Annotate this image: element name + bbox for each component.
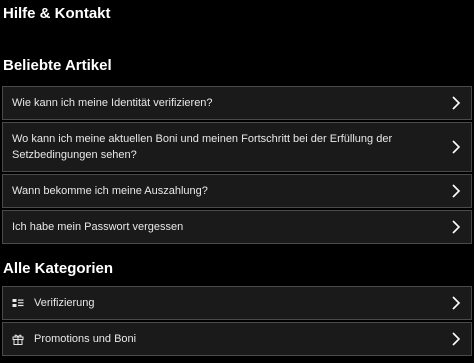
article-payout-timing[interactable]: Wann bekomme ich meine Auszahlung? (2, 174, 472, 208)
article-label: Ich habe mein Passwort vergessen (12, 221, 184, 233)
all-categories-title: Alle Kategorien (3, 260, 114, 277)
category-verification[interactable]: Verifizierung (2, 286, 472, 320)
chevron-right-icon (451, 140, 461, 154)
category-label: Verifizierung (34, 297, 95, 309)
chevron-right-icon (451, 96, 461, 110)
category-promotions-bonuses[interactable]: Promotions und Boni (2, 322, 472, 356)
article-bonus-progress[interactable]: Wo kann ich meine aktuellen Boni und mei… (2, 122, 472, 172)
chevron-right-icon (451, 296, 461, 310)
article-label: Wo kann ich meine aktuellen Boni und mei… (12, 133, 393, 161)
chevron-right-icon (451, 332, 461, 346)
article-label: Wie kann ich meine Identität verifiziere… (12, 97, 213, 109)
popular-articles-list: Wie kann ich meine Identität verifiziere… (2, 86, 472, 246)
gift-icon (12, 333, 24, 345)
popular-articles-title: Beliebte Artikel (3, 57, 112, 74)
article-identity-verification[interactable]: Wie kann ich meine Identität verifiziere… (2, 86, 472, 120)
article-label: Wann bekomme ich meine Auszahlung? (12, 185, 208, 197)
page-title: Hilfe & Kontakt (3, 5, 111, 22)
category-label: Promotions und Boni (34, 333, 137, 345)
chevron-right-icon (451, 220, 461, 234)
id-card-icon (12, 297, 24, 309)
categories-list: Verifizierung Promotions und Boni (2, 286, 472, 358)
chevron-right-icon (451, 184, 461, 198)
article-forgot-password[interactable]: Ich habe mein Passwort vergessen (2, 210, 472, 244)
